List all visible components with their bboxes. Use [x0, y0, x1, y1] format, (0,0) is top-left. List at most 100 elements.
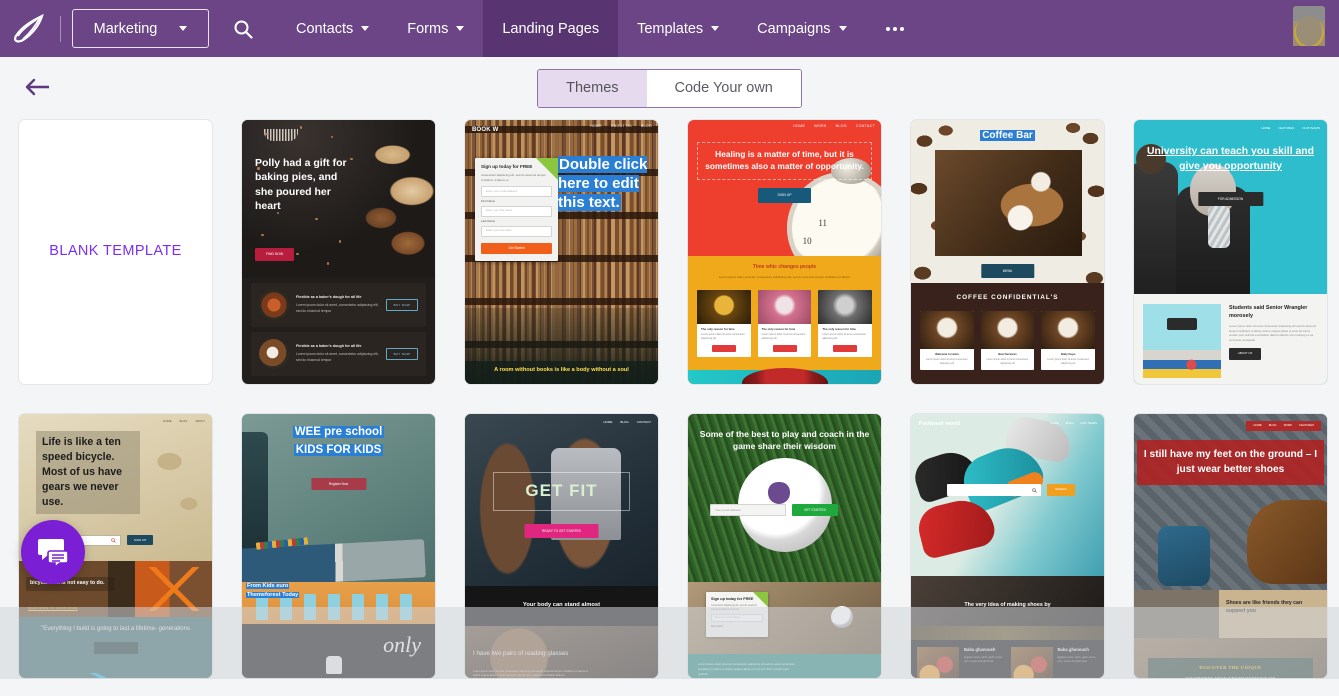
template-card-getfit[interactable]: HOME BLOG CONTACT GET FIT READY TO GET S…: [464, 413, 659, 679]
healing-card-title: The only reason for time: [822, 326, 856, 331]
getfit-lower-text: Lorem ipsum dolor sit amet consectetur a…: [473, 670, 588, 678]
account-switcher-button[interactable]: Marketing: [72, 9, 209, 48]
account-switcher-label: Marketing: [93, 20, 158, 37]
books-first-name-input[interactable]: Enter your first name: [481, 205, 552, 217]
bakery-buy-button[interactable]: BUY NOW: [385, 347, 418, 361]
footwear-title: Footwear world: [919, 421, 961, 427]
footwear-mid-text: The very idea of making shoes by: [964, 602, 1051, 608]
bakery-product-text: Flexible as a baker's dough for all life…: [296, 344, 379, 364]
mini-nav-item: ABOUT: [195, 419, 205, 423]
books-email-input[interactable]: Enter your email address: [481, 185, 552, 197]
nav-item-forms[interactable]: Forms: [388, 0, 483, 57]
chat-widget-button[interactable]: [21, 520, 85, 584]
getfit-cta-button[interactable]: READY TO GET STARTED: [524, 524, 599, 539]
search-icon[interactable]: [209, 0, 277, 57]
bakery-hero: Polly had a gift for baking pies, and sh…: [242, 120, 435, 278]
blank-template-label: BLANK TEMPLATE: [49, 243, 182, 260]
books-headline: Double click here to edit this text.: [558, 156, 652, 212]
bakery-buy-button[interactable]: BUY NOW: [385, 298, 418, 312]
soccer-form-email-input[interactable]: Enter your email address: [711, 614, 763, 623]
template-card-healing[interactable]: HOME WORK BLOG CONTACT Healing is a matt…: [687, 119, 882, 385]
bicycle-teal-button[interactable]: [93, 642, 138, 654]
template-thumbnail: Footwear world HOME BLOG OUR TEAMS SEARC…: [911, 414, 1104, 678]
footwear-search-input[interactable]: [947, 484, 1041, 496]
shoes-panel: DISCOVER THE UNIQUE COSMOPOLITAN ENVIRON…: [1148, 658, 1313, 678]
books-headline-text: Double click here to edit this text.: [558, 156, 648, 211]
ellipsis-icon: [885, 26, 904, 31]
template-card-soccer[interactable]: Some of the best to play and coach in th…: [687, 413, 882, 679]
healing-card-body: The only reason for time Lorem ipsum dol…: [697, 324, 751, 357]
mini-nav-item: BLOG: [1065, 421, 1074, 425]
preschool-band-text: From Kids euro Themeforest Today: [246, 582, 332, 600]
bakery-product-title: Flexible as a baker's dough for all life: [296, 343, 362, 348]
nav-item-templates[interactable]: Templates: [618, 0, 738, 57]
back-arrow-icon[interactable]: [22, 76, 52, 100]
coffee-card-image: [920, 310, 974, 349]
nav-item-more[interactable]: [866, 0, 924, 57]
template-card-shoes[interactable]: HOME BLOG WORK FEATURES I still have my …: [1133, 413, 1328, 679]
coffee-card: Welcome to Hotel Lorem ipsum dolor sit a…: [920, 310, 974, 370]
getfit-headline: GET FIT: [493, 472, 630, 511]
tab-themes[interactable]: Themes: [538, 69, 647, 107]
template-thumbnail: BOOK W HOME ABOUT US BLOG Sign up today …: [465, 120, 658, 384]
coffee-card-title: Daily Cups: [1060, 351, 1076, 356]
coffee-card-body: Welcome to Hotel Lorem ipsum dolor sit a…: [920, 349, 974, 370]
tab-code-your-own[interactable]: Code Your own: [646, 69, 801, 107]
university-cta-button[interactable]: FOR ADMISSION: [1197, 192, 1264, 207]
books-submit-button[interactable]: Get Started: [481, 242, 552, 254]
bakery-cta-button[interactable]: FIND NOW: [255, 248, 295, 261]
soccer-form-corner-decor: [753, 592, 768, 607]
soccer-email-input[interactable]: Your email address: [710, 504, 786, 516]
university-section-button[interactable]: ABOUT US: [1229, 348, 1262, 360]
bicycle-line-decor: [19, 673, 212, 678]
healing-card-button[interactable]: [711, 344, 736, 352]
healing-mini-nav: HOME WORK BLOG CONTACT: [793, 124, 875, 129]
shoes-panel-line1: DISCOVER THE UNIQUE: [1199, 665, 1262, 670]
books-first-name-label: First Name: [481, 198, 496, 203]
coffee-card-body: Best Services Lorem ipsum dolor sit amet…: [981, 349, 1035, 370]
coffee-card-image: [1041, 310, 1096, 349]
soccer-form-first-label: First Name: [711, 625, 724, 629]
brand-logo-icon[interactable]: [0, 0, 58, 57]
coffee-card-text: Lorem ipsum dolor sit amet consectetur a…: [986, 358, 1029, 365]
template-card-blank[interactable]: BLANK TEMPLATE: [18, 119, 213, 385]
healing-card-button[interactable]: [833, 344, 858, 352]
bicycle-mid-link[interactable]: READ MORE TO KNOW MORE: [28, 606, 78, 610]
nav-item-campaigns[interactable]: Campaigns: [738, 0, 865, 57]
template-card-bakery[interactable]: Polly had a gift for baking pies, and sh…: [241, 119, 436, 385]
template-card-books[interactable]: BOOK W HOME ABOUT US BLOG Sign up today …: [464, 119, 659, 385]
healing-card-button[interactable]: [772, 344, 797, 352]
university-section-title: Students said Senior Wrangler morosely: [1229, 305, 1308, 320]
university-section-image: [1143, 304, 1221, 378]
mini-nav-item: FEATURES: [1278, 126, 1295, 130]
coffee-title-text: Coffee Bar: [980, 130, 1035, 141]
university-section-text: Students said Senior Wrangler morosely L…: [1229, 304, 1318, 374]
footwear-search-button[interactable]: SEARCH: [1047, 484, 1075, 496]
university-person-decor: [1134, 144, 1178, 294]
healing-card-title: The only reason for time: [701, 326, 735, 331]
user-avatar[interactable]: [1291, 6, 1327, 51]
coffee-cta-button[interactable]: MENU: [980, 264, 1035, 279]
footwear-mini-nav: HOME BLOG OUR TEAMS: [1050, 421, 1097, 426]
template-thumbnail: HOME WORK BLOG CONTACT Healing is a matt…: [688, 120, 881, 384]
nav-item-landing-pages[interactable]: Landing Pages: [483, 0, 619, 57]
bakery-headline: Polly had a gift for baking pies, and sh…: [255, 157, 347, 213]
books-signup-form: Sign up today for FREE consectetur adipi…: [475, 158, 558, 261]
soccer-cta-button[interactable]: GET STARTED: [792, 504, 838, 517]
books-last-name-input[interactable]: Enter your last name: [481, 225, 552, 237]
healing-cta-button[interactable]: SIGN UP: [757, 188, 812, 203]
mini-nav-item: WORK: [1283, 423, 1293, 427]
template-card-coffee[interactable]: Coffee Bar MENU COFFEE CONFIDENTIAL'S We…: [910, 119, 1105, 385]
coffee-dark-section: COFFEE CONFIDENTIAL'S Welcome to Hotel L…: [911, 283, 1104, 384]
template-card-university[interactable]: HOME FEATURES OUR TEAMS University can t…: [1133, 119, 1328, 385]
footwear-item-title: Baba ghanoush: [964, 647, 996, 652]
mini-nav-item: OUR TEAMS: [1080, 421, 1097, 425]
preschool-cta-button[interactable]: Register Now: [310, 478, 367, 491]
coffee-card: Daily Cups Lorem ipsum dolor sit amet co…: [1041, 310, 1096, 370]
nav-item-contacts[interactable]: Contacts: [277, 0, 388, 57]
template-card-preschool[interactable]: WEE pre school KIDS FOR KIDS Register No…: [241, 413, 436, 679]
bicycle-signup-button[interactable]: SIGN UP: [127, 535, 154, 546]
template-card-footwear[interactable]: Footwear world HOME BLOG OUR TEAMS SEARC…: [910, 413, 1105, 679]
footwear-dark-section: Baba ghanoush Eggplant purée, tahini, ga…: [911, 626, 1104, 678]
getfit-lower-headline: I have two pairs of reading glasses: [473, 650, 569, 657]
